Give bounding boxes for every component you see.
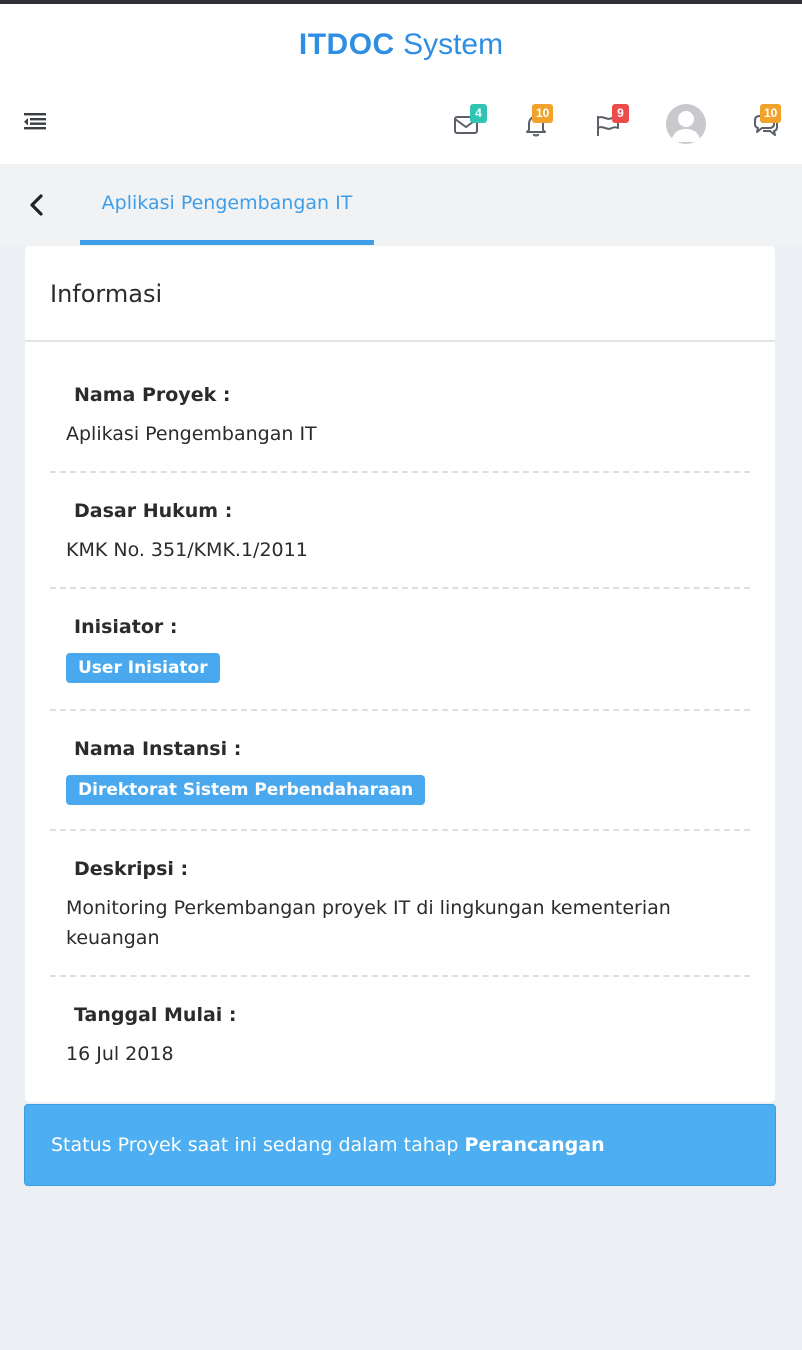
bell-notification[interactable]: 10: [522, 104, 562, 144]
field-label-deskripsi: Deskripsi :: [74, 858, 189, 880]
field-label-nama-proyek: Nama Proyek :: [74, 384, 231, 406]
sub-navigation: Aplikasi Pengembangan IT: [0, 164, 802, 246]
field-value-deskripsi: Monitoring Perkembangan proyek IT di lin…: [66, 897, 671, 949]
field-value-tanggal-mulai: 16 Jul 2018: [66, 1043, 174, 1065]
divider: [50, 975, 750, 977]
field-label-nama-instansi: Nama Instansi :: [74, 738, 242, 760]
brand-logo[interactable]: ITDOC System: [0, 28, 802, 62]
divider: [50, 471, 750, 473]
flag-badge: 9: [612, 104, 629, 123]
user-avatar-icon: [671, 111, 701, 142]
card-divider: [25, 340, 775, 342]
instansi-tag: Direktorat Sistem Perbendaharaan: [66, 775, 426, 805]
card-title: Informasi: [50, 280, 163, 308]
mail-notification[interactable]: 4: [452, 104, 492, 144]
top-header: ITDOC System 4 10 9 10: [0, 4, 802, 164]
inisiator-tag: User Inisiator: [66, 653, 220, 683]
field-label-dasar-hukum: Dasar Hukum :: [74, 500, 233, 522]
chat-badge: 10: [760, 104, 782, 123]
menu-icon[interactable]: [22, 110, 48, 132]
status-alert: Status Proyek saat ini sedang dalam taha…: [24, 1104, 776, 1186]
bell-badge: 10: [532, 104, 554, 123]
brand-light: System: [403, 28, 504, 61]
field-value-nama-proyek: Aplikasi Pengembangan IT: [66, 423, 317, 445]
mail-badge: 4: [470, 104, 487, 123]
field-label-tanggal-mulai: Tanggal Mulai :: [74, 1004, 237, 1026]
field-value-dasar-hukum: KMK No. 351/KMK.1/2011: [66, 539, 308, 561]
status-stage: Perancangan: [464, 1134, 605, 1156]
avatar[interactable]: [666, 104, 706, 144]
field-label-inisiator: Inisiator :: [74, 616, 178, 638]
divider: [50, 829, 750, 831]
active-tab-indicator: [80, 240, 374, 245]
chat-notification[interactable]: 10: [752, 104, 792, 144]
divider: [50, 709, 750, 711]
flag-notification[interactable]: 9: [594, 104, 634, 144]
status-text: Status Proyek saat ini sedang dalam taha…: [51, 1134, 465, 1156]
tab-aplikasi-pengembangan-it[interactable]: Aplikasi Pengembangan IT: [80, 164, 374, 246]
info-card: Informasi Nama Proyek : Aplikasi Pengemb…: [25, 246, 775, 1102]
brand-bold: ITDOC: [298, 28, 395, 61]
divider: [50, 587, 750, 589]
chevron-left-icon[interactable]: [26, 192, 50, 218]
